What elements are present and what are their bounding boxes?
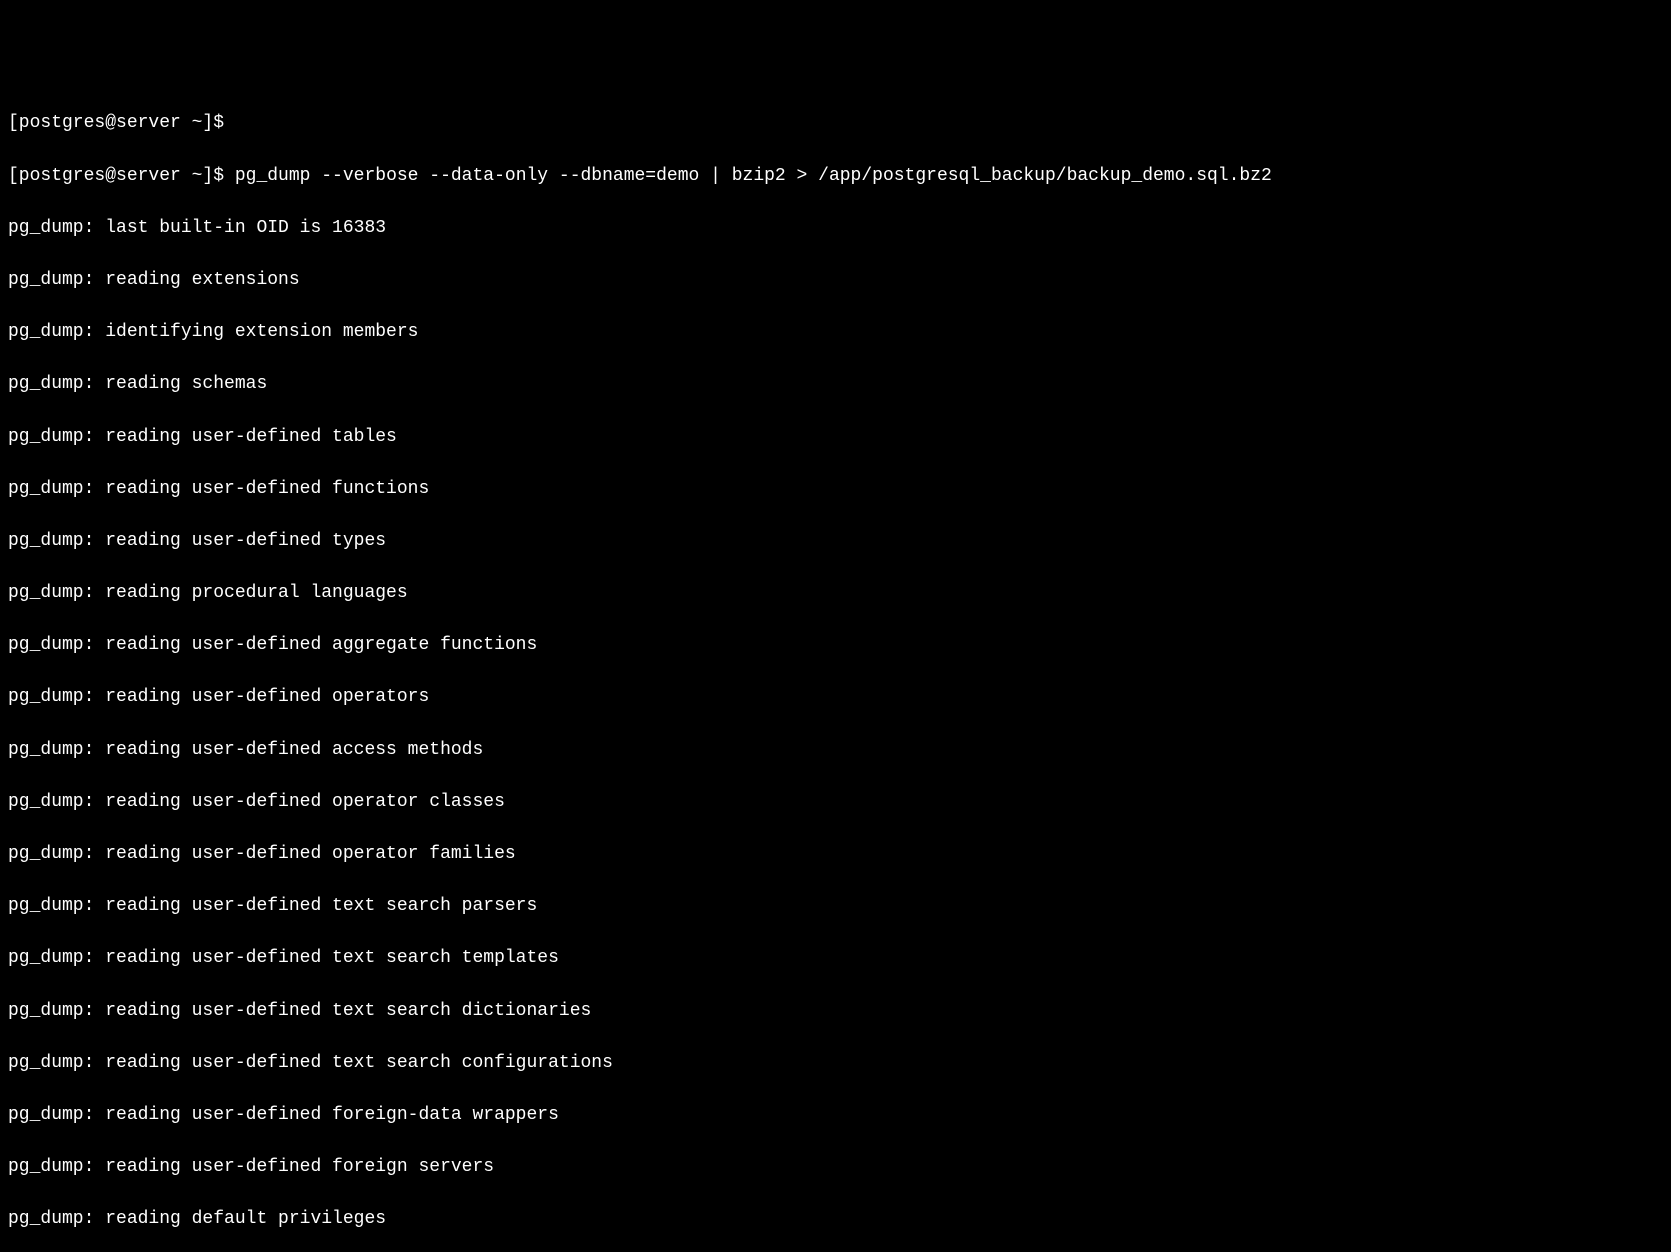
terminal-output-line: pg_dump: reading extensions <box>8 267 1663 293</box>
terminal-prompt-line[interactable]: [postgres@server ~]$ <box>8 110 1663 136</box>
terminal-output-line: pg_dump: reading schemas <box>8 371 1663 397</box>
terminal-output-line: pg_dump: reading user-defined text searc… <box>8 945 1663 971</box>
terminal-output-line: pg_dump: reading user-defined foreign se… <box>8 1154 1663 1180</box>
terminal-output-line: pg_dump: reading user-defined foreign-da… <box>8 1102 1663 1128</box>
terminal-output-line: pg_dump: reading user-defined text searc… <box>8 998 1663 1024</box>
terminal-output-line: pg_dump: reading user-defined aggregate … <box>8 632 1663 658</box>
shell-prompt: [postgres@server ~]$ <box>8 113 235 133</box>
terminal-output-line: pg_dump: reading user-defined operator c… <box>8 789 1663 815</box>
terminal-output-line: pg_dump: reading user-defined text searc… <box>8 1050 1663 1076</box>
terminal-output-line: pg_dump: reading user-defined text searc… <box>8 893 1663 919</box>
command-text: pg_dump --verbose --data-only --dbname=d… <box>235 166 1272 186</box>
terminal-output-line: pg_dump: reading user-defined tables <box>8 424 1663 450</box>
terminal-output-line: pg_dump: reading procedural languages <box>8 580 1663 606</box>
terminal-output-line: pg_dump: reading default privileges <box>8 1206 1663 1232</box>
terminal-output-line: pg_dump: reading user-defined operator f… <box>8 841 1663 867</box>
terminal-output-line: pg_dump: last built-in OID is 16383 <box>8 215 1663 241</box>
terminal-output-line: pg_dump: reading user-defined types <box>8 528 1663 554</box>
terminal-output-line: pg_dump: reading user-defined operators <box>8 684 1663 710</box>
terminal-prompt-line[interactable]: [postgres@server ~]$ pg_dump --verbose -… <box>8 163 1663 189</box>
shell-prompt: [postgres@server ~]$ <box>8 166 235 186</box>
terminal-output-line: pg_dump: reading user-defined functions <box>8 476 1663 502</box>
terminal-output-line: pg_dump: reading user-defined access met… <box>8 737 1663 763</box>
terminal-output-line: pg_dump: identifying extension members <box>8 319 1663 345</box>
